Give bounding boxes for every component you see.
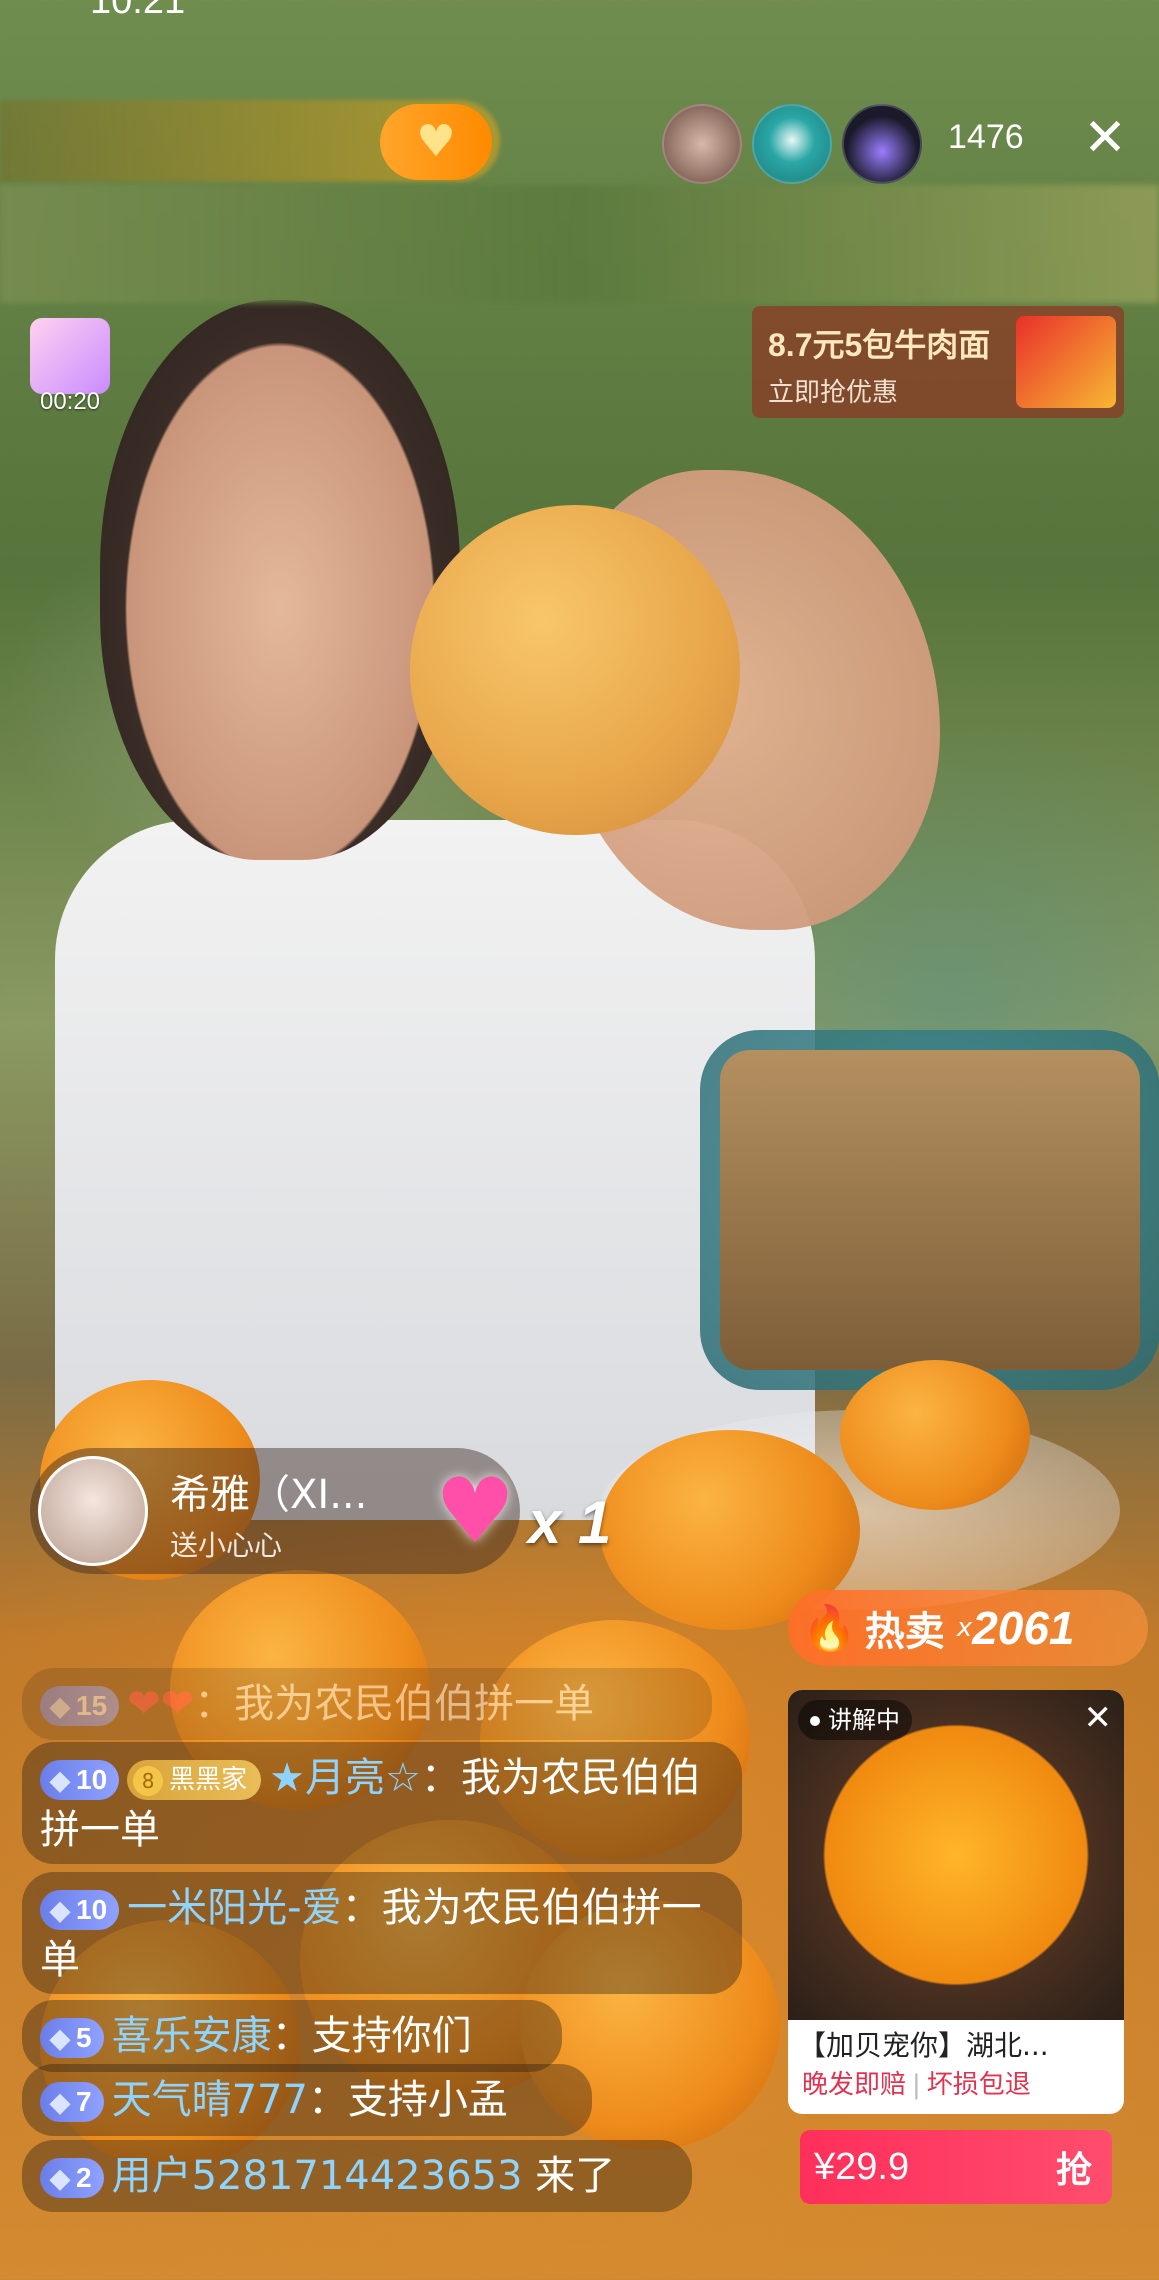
product-card[interactable]: 讲解中 ✕ 【加贝宠你】湖北... 晚发即赔 | 坏损包退 [788, 1690, 1124, 2114]
gift-action-text: 送小心心 [170, 1529, 283, 1562]
basket [720, 1050, 1140, 1370]
heart-gift-icon: ♥ [434, 1459, 516, 1564]
chat-message[interactable]: ◆ 15 ❤❤：我为农民伯伯拼一单 [22, 1668, 712, 1740]
blurred-banner [0, 185, 1159, 303]
chat-message[interactable]: ◆ 7 天气晴777：支持小孟 [22, 2064, 592, 2136]
buy-label: 抢 [1055, 2150, 1092, 2191]
streamer-head [100, 300, 460, 860]
chat-username: 天气晴777 [111, 2077, 308, 2123]
viewer-avatar[interactable] [752, 104, 832, 184]
promo-title: 8.7元5包牛肉面 [768, 327, 991, 363]
chat-username: 一米阳光-爱 [127, 1885, 342, 1931]
close-icon[interactable]: ✕ [1084, 1698, 1113, 1738]
viewer-avatar[interactable] [842, 104, 922, 184]
fan-club-badge: 8 黑黑家 [127, 1760, 262, 1800]
gift-sender-avatar[interactable] [38, 1456, 148, 1566]
held-orange [410, 505, 740, 835]
diamond-icon: ◆ [50, 1691, 70, 1721]
flame-icon: 🔥 [802, 1603, 857, 1654]
chat-text: ：支持小孟 [307, 2077, 508, 2123]
chat-message[interactable]: ◆ 5 喜乐安康：支持你们 [22, 2000, 562, 2072]
gift-timer: 00:20 [39, 388, 101, 415]
chat-username: ★月亮☆ [269, 1755, 421, 1801]
close-icon[interactable]: ✕ [1080, 108, 1130, 168]
gift-count: x 1 [528, 1489, 612, 1556]
chat-username: 用户5281714423653 [111, 2153, 523, 2199]
hot-sale-x: x [956, 1613, 973, 1643]
promo-banner[interactable]: 8.7元5包牛肉面 立即抢优惠 [752, 306, 1124, 418]
explaining-badge: 讲解中 [798, 1700, 912, 1740]
promo-subtitle: 立即抢优惠 [768, 378, 899, 408]
chat-text: ：支持你们 [271, 2013, 472, 2059]
user-level-badge: ◆ 15 [40, 1686, 120, 1726]
gift-box-icon [30, 318, 110, 394]
user-level-badge: ◆ 10 [40, 1760, 120, 1800]
buy-button[interactable]: ¥29.9 抢 [800, 2130, 1112, 2204]
chat-text: 来了 [522, 2153, 616, 2199]
diamond-icon: ◆ [50, 2163, 70, 2193]
product-tags: 晚发即赔 | 坏损包退 [802, 2070, 1031, 2100]
product-name: 【加贝宠你】湖北... [798, 2029, 1049, 2062]
status-time: 10:21 [90, 0, 186, 22]
hot-sale-badge: 🔥 热卖 x 2061 [788, 1590, 1148, 1666]
user-level-badge: ◆ 2 [40, 2158, 104, 2198]
diamond-icon: ◆ [50, 2023, 70, 2053]
chat-message[interactable]: ◆ 10 8 黑黑家 ★月亮☆：我为农民伯伯拼一单 [22, 1742, 742, 1864]
chat-message[interactable]: ◆ 2 用户5281714423653 来了 [22, 2140, 692, 2212]
viewer-count[interactable]: 1476 [948, 118, 1024, 157]
chat-message[interactable]: ◆ 10 一米阳光-爱：我为农民伯伯拼一单 [22, 1872, 742, 1994]
follow-button[interactable]: ♥ [380, 104, 492, 180]
chat-username: 喜乐安康 [111, 2013, 272, 2059]
heart-plus-icon: ♥ [416, 116, 456, 167]
user-level-badge: ◆ 10 [40, 1890, 120, 1930]
gift-sender-name: 希雅（XI... [170, 1472, 368, 1518]
diamond-icon: ◆ [50, 1765, 70, 1795]
hot-sale-count: 2061 [972, 1602, 1075, 1654]
diamond-icon: ◆ [50, 1895, 70, 1925]
timed-gift-badge[interactable]: 00:20 [20, 318, 120, 418]
product-price: ¥29.9 [814, 2145, 910, 2188]
chat-username: ❤❤ [127, 1681, 195, 1727]
orange [840, 1360, 1030, 1510]
chat-text: ：我为农民伯伯拼一单 [194, 1681, 595, 1727]
user-level-badge: ◆ 5 [40, 2018, 104, 2058]
viewer-avatar[interactable] [662, 104, 742, 184]
user-level-badge: ◆ 7 [40, 2082, 104, 2122]
promo-image [1016, 316, 1116, 408]
hot-sale-label: 热卖 [864, 1609, 945, 1655]
diamond-icon: ◆ [50, 2087, 70, 2117]
gift-notification: 希雅（XI... 送小心心 ♥ [30, 1448, 520, 1574]
